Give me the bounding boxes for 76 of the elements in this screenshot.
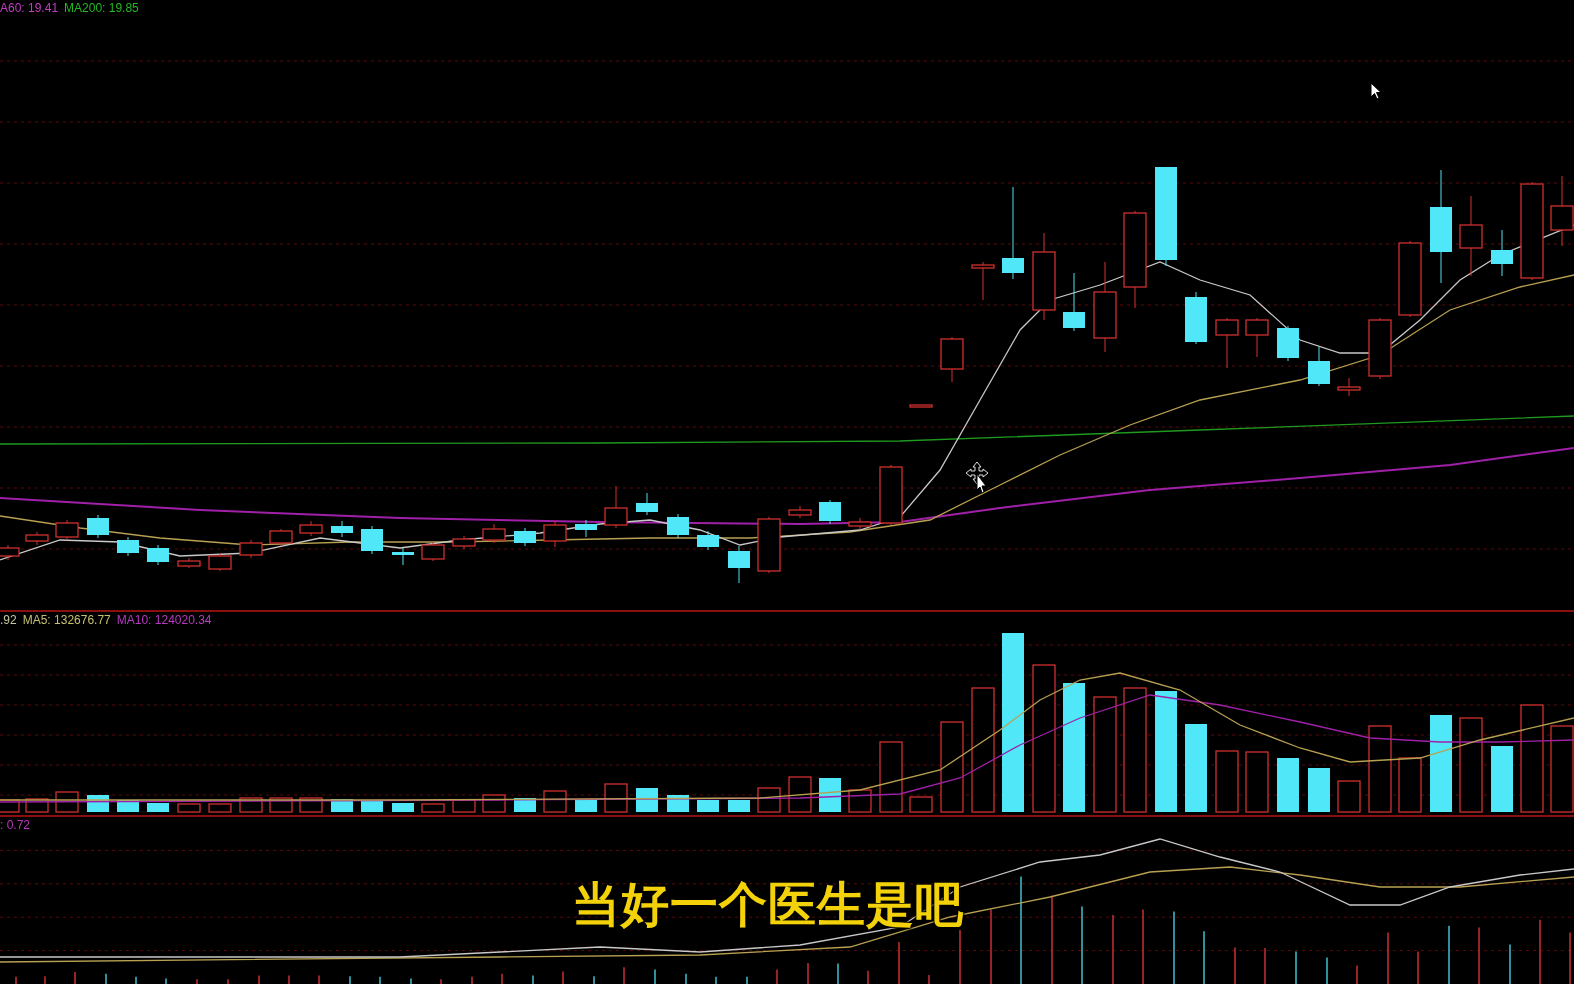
- volume-bar: [819, 778, 841, 812]
- indicator-value: MA10: 124020.34: [116, 613, 212, 627]
- volume-bar: [543, 790, 567, 813]
- candlestick: [452, 535, 476, 550]
- candlestick: [482, 523, 506, 544]
- candlestick: [1063, 272, 1085, 332]
- volume-bar: [788, 776, 812, 813]
- volume-bar: [514, 798, 536, 812]
- candlestick: [117, 536, 139, 557]
- candlestick: [392, 547, 414, 566]
- candlestick: [697, 530, 719, 551]
- candlestick: [1491, 229, 1513, 277]
- indicator-value: : 0.72: [0, 818, 31, 832]
- volume-bar: [147, 803, 169, 812]
- candlestick: [575, 519, 597, 538]
- volume-bar: [1308, 768, 1330, 812]
- volume-bar: [421, 803, 445, 813]
- candlestick: [636, 492, 658, 516]
- volume-bar: [1277, 758, 1299, 812]
- volume-bar: [1398, 757, 1422, 813]
- volume-bar: [1245, 751, 1269, 813]
- volume-bar: [55, 791, 79, 813]
- volume-bar: [1337, 780, 1361, 813]
- candlestick: [819, 499, 841, 525]
- candlestick: [331, 520, 353, 538]
- candlestick: [421, 541, 445, 562]
- candlestick: [909, 404, 933, 408]
- volume-bar: [909, 796, 933, 813]
- volume-bar: [636, 788, 658, 812]
- candlestick: [147, 544, 169, 566]
- volume-bar: [208, 803, 232, 813]
- candlestick: [514, 527, 536, 547]
- indicator-value: .92: [0, 613, 17, 627]
- candlestick: [25, 531, 49, 546]
- candlestick: [1245, 317, 1269, 358]
- candlestick: [361, 525, 383, 555]
- volume-bar: [1215, 750, 1239, 813]
- indicator-value: MA200: 19.85: [64, 1, 139, 15]
- candlestick: [299, 520, 323, 537]
- candlestick: [848, 517, 872, 530]
- candlestick: [87, 514, 109, 539]
- volume-bar: [697, 800, 719, 812]
- volume-bar: [604, 783, 628, 813]
- volume-bar: [392, 803, 414, 812]
- candlestick: [728, 545, 750, 584]
- candlestick: [1368, 317, 1392, 380]
- mouse-pointer-icon: [1370, 82, 1382, 100]
- candlestick: [757, 516, 781, 574]
- candlestick: [971, 261, 995, 301]
- candlestick: [1215, 317, 1239, 369]
- volume-bar: [667, 795, 689, 812]
- volume-bar: [728, 800, 750, 812]
- indicator-value: MA5: 132676.77: [22, 613, 111, 627]
- candlestick: [879, 464, 903, 526]
- volume-bar: [757, 787, 781, 813]
- volume-bar: [848, 789, 872, 813]
- volume-bar: [879, 741, 903, 813]
- candlestick: [543, 520, 567, 548]
- candlestick: [604, 485, 628, 529]
- candlestick: [940, 336, 964, 383]
- candlestick: [269, 528, 293, 547]
- candlestick: [208, 552, 232, 572]
- move-cursor-icon: [964, 460, 990, 496]
- volume-bar: [1491, 746, 1513, 812]
- candlestick: [788, 505, 812, 519]
- candlestick: [177, 557, 201, 569]
- indicator-value: A60: 19.41: [0, 1, 59, 15]
- volume-bar: [177, 803, 201, 813]
- volume-bar: [482, 794, 506, 813]
- candlestick: [239, 539, 263, 559]
- candlestick: [1308, 346, 1330, 387]
- candlestick: [55, 519, 79, 541]
- candlestick: [667, 513, 689, 539]
- candlestick: [1185, 291, 1207, 345]
- candlestick: [1337, 377, 1361, 397]
- candlestick: [1277, 325, 1299, 362]
